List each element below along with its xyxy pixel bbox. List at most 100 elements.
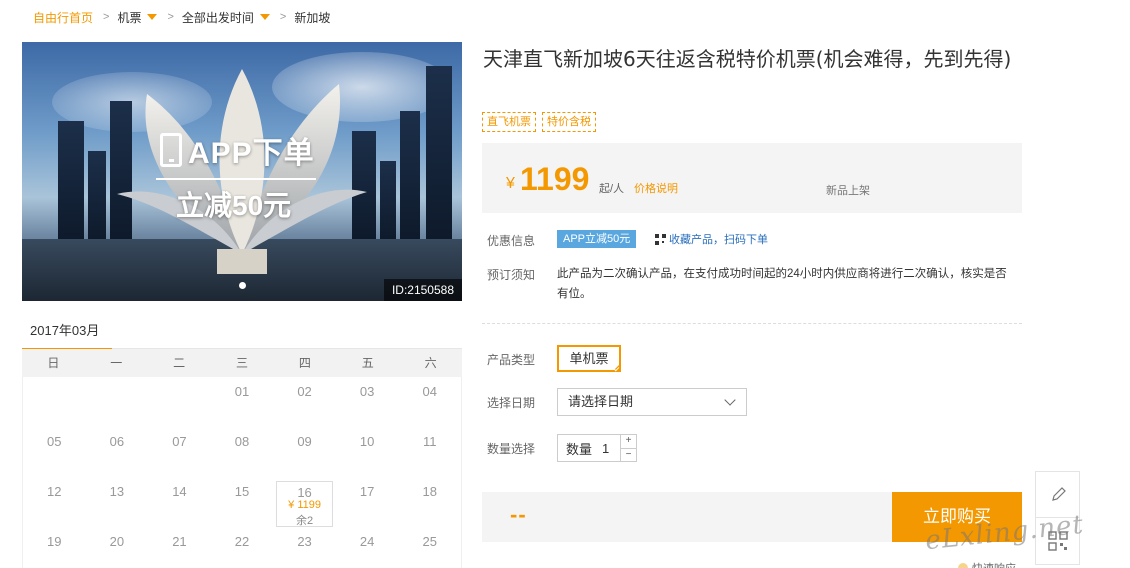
date-select-dropdown[interactable]: 请选择日期 [557,388,747,416]
calendar-day-number: 03 [359,384,375,399]
breadcrumb-home-link[interactable]: 自由行首页 [33,9,93,26]
quantity-stepper[interactable]: 数量 1 + − [557,434,637,462]
calendar-day-number: 08 [234,434,250,449]
skyline-building [400,111,420,241]
calendar-day-empty [148,377,211,427]
product-type-label: 产品类型 [487,353,536,367]
product-hero-image[interactable]: APP下单 立减50元 ID:2150588 [22,42,462,301]
promo-divider [156,178,316,180]
calendar-day: 04 [398,377,461,427]
calendar-day-price: ¥ 1199 [288,499,321,511]
selected-check-icon [613,365,620,372]
price-unit: 起/人 [599,183,625,195]
quick-reply-label: 快速响应 [972,560,1016,568]
calendar-day-number: 04 [422,384,437,399]
calendar-day-number: 10 [359,434,375,449]
chevron-down-icon [724,394,736,406]
calendar-day: 10 [336,427,399,477]
calendar-day: 23 [273,527,336,568]
calendar-day: 12 [23,477,86,527]
calendar-day: 06 [86,427,149,477]
quantity-value[interactable]: 1 [602,441,618,456]
calendar-day-number: 11 [422,434,437,449]
weekday-label: 六 [424,356,437,370]
calendar-grid: 01 02 03 04 05 06 07 08 09 10 11 12 13 1… [22,377,462,568]
calendar-day-number: 17 [359,484,375,499]
calendar-day-number: 01 [234,384,250,399]
calendar-day: 18 [398,477,461,527]
calendar-month-tab[interactable]: 2017年03月 [22,319,112,351]
quantity-label: 数量选择 [487,442,536,456]
quantity-increase-button[interactable]: + [621,435,636,448]
date-select-placeholder: 请选择日期 [568,394,634,409]
calendar-day-number: 15 [234,484,250,499]
breadcrumb-flights-dropdown[interactable]: 机票 [117,9,158,26]
calendar-day: 15 [211,477,274,527]
skyline-building [58,121,84,241]
tag-direct-flight: 直飞机票 [482,112,536,132]
calendar-day: 07 [148,427,211,477]
quantity-step-buttons: + − [620,435,636,461]
quantity-decrease-button[interactable]: − [621,448,636,461]
calendar-day: 05 [23,427,86,477]
caret-down-icon [147,14,158,20]
calendar-day: 11 [398,427,461,477]
section-divider [482,323,1022,324]
weekday-label: 二 [173,356,186,370]
qr-code-icon [655,233,666,245]
new-product-label: 新品上架 [826,185,870,197]
product-tags: 直飞机票 特价含税 [482,112,596,132]
calendar-day-number: 25 [422,534,437,549]
currency-symbol: ¥ [506,175,515,192]
calendar-day: 24 [336,527,399,568]
calendar-day-number: 23 [297,534,312,549]
calendar-day-number: 20 [109,534,125,549]
offers-label: 优惠信息 [487,234,536,248]
chat-bubble-icon [958,563,968,568]
breadcrumb-separator: > [279,11,287,23]
pencil-icon [1052,487,1066,501]
calendar-day: 25 [398,527,461,568]
carousel-dot[interactable] [238,282,246,289]
calendar-day-number: 02 [297,384,312,399]
calendar-day-empty [86,377,149,427]
breadcrumb-separator: > [103,11,110,23]
calendar-day-number: 22 [234,534,250,549]
app-discount-badge[interactable]: APP立减50元 [557,230,637,248]
breadcrumb-flights-label: 机票 [117,10,142,25]
calendar-day-number: 21 [172,534,187,549]
favorite-scan-link[interactable]: 收藏产品，扫码下单 [655,231,768,247]
calendar-day-number: 06 [109,434,125,449]
calendar-day: 13 [86,477,149,527]
calendar-day: 17 [336,477,399,527]
calendar-day-number: 14 [172,484,187,499]
product-type-option-single-ticket[interactable]: 单机票 [557,345,621,372]
calendar-day-number: 05 [47,434,62,449]
booking-notice-text: 此产品为二次确认产品，在支付成功时间起的24小时内供应商将进行二次确认，核实是否… [557,268,1007,300]
skyline-building [88,151,106,241]
date-select-label: 选择日期 [487,396,536,410]
favorite-scan-label: 收藏产品，扫码下单 [669,234,768,246]
calendar-day: 02 [273,377,336,427]
weekday-label: 一 [110,356,123,370]
calendar-day: 09 [273,427,336,477]
calendar-day: 08 [211,427,274,477]
weekday-label: 日 [47,356,60,370]
calendar-day: 21 [148,527,211,568]
breadcrumb-departure-time-label: 全部出发时间 [181,10,254,25]
price-explanation-link[interactable]: 价格说明 [634,180,678,196]
price-amount: 1199 [520,161,590,197]
calendar-day: 19 [23,527,86,568]
quick-reply-link[interactable]: 快速响应 [958,560,1016,568]
breadcrumb-current: 新加坡 [294,10,331,25]
product-title: 天津直飞新加坡6天往返含税特价机票(机会难得，先到先得) [483,47,1012,71]
mobile-phone-icon [160,133,182,167]
product-type-option-label: 单机票 [569,351,609,366]
calendar-day-available[interactable]: 16 ¥ 1199 余2 [273,477,336,527]
departure-calendar: 日 一 二 三 四 五 六 01 02 03 04 05 06 07 08 09… [22,349,462,568]
calendar-day: 14 [148,477,211,527]
calendar-day: 01 [211,377,274,427]
calendar-day-number: 12 [47,484,62,499]
breadcrumb-departure-time-dropdown[interactable]: 全部出发时间 [182,9,270,26]
app-promo-discount: 立减50元 [176,190,292,221]
